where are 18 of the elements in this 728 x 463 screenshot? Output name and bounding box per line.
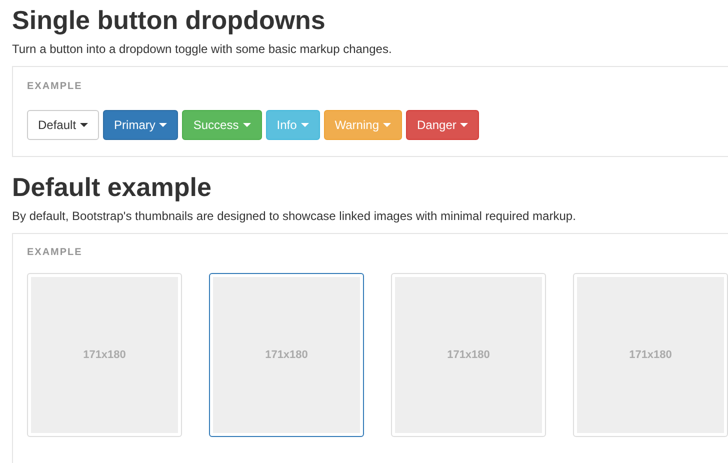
caret-icon: [159, 123, 168, 127]
caret-icon: [242, 123, 251, 127]
section-heading: Default example: [12, 171, 212, 203]
section-heading: Single button dropdowns: [12, 4, 326, 36]
caret-icon: [460, 123, 468, 127]
dropdown-button[interactable]: Default: [27, 110, 100, 140]
dropdown-button[interactable]: Success: [182, 110, 262, 140]
section-description: Turn a button into a dropdown toggle with some basic markup changes.: [12, 41, 392, 57]
section-description: By default, Bootstrap's thumbnails are designed to showcase linked images with minimal required markup.: [12, 208, 576, 224]
dropdown-button[interactable]: Info: [266, 110, 320, 140]
caret-icon: [300, 123, 309, 127]
dropdown-button[interactable]: Warning: [324, 110, 402, 140]
example-label: EXAMPLE: [27, 81, 82, 93]
caret-icon: [383, 123, 391, 127]
example-label: EXAMPLE: [27, 247, 82, 259]
dropdown-button[interactable]: Primary: [103, 110, 178, 140]
dropdown-button[interactable]: Danger: [406, 110, 480, 140]
caret-icon: [80, 123, 88, 127]
